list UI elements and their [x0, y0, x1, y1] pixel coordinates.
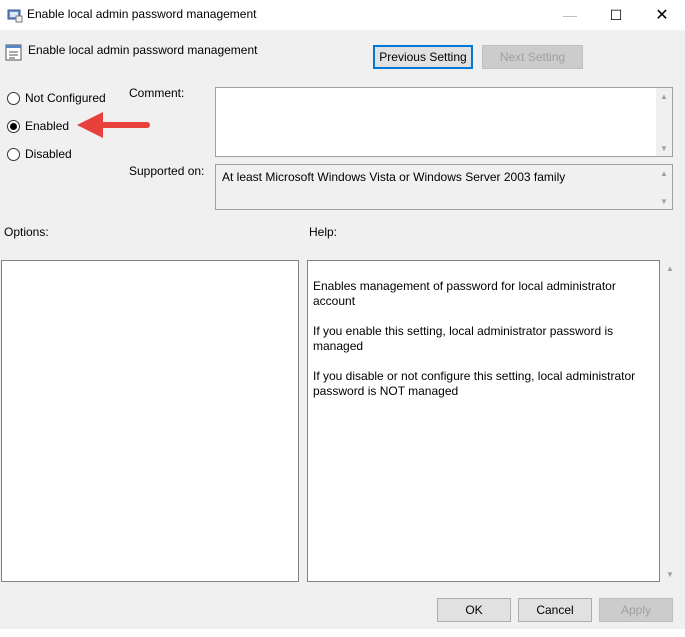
supported-on-value: At least Microsoft Windows Vista or Wind…	[222, 170, 566, 184]
help-text: Enables management of password for local…	[313, 279, 639, 414]
policy-name: Enable local admin password management	[28, 43, 258, 57]
scroll-down-icon[interactable]: ▼	[656, 140, 672, 156]
radio-circle[interactable]	[7, 147, 20, 161]
help-label: Help:	[309, 225, 338, 239]
supported-on-field: At least Microsoft Windows Vista or Wind…	[215, 164, 673, 210]
background-strip	[0, 629, 685, 637]
radio-enabled[interactable]: Enabled	[7, 118, 69, 134]
title-bar: Enable local admin password management —…	[0, 0, 685, 30]
help-panel: Enables management of password for local…	[307, 260, 660, 582]
red-arrow-annotation-icon	[77, 112, 150, 138]
radio-circle[interactable]	[7, 119, 20, 133]
ok-button[interactable]: OK	[437, 598, 511, 622]
scroll-down-icon[interactable]: ▼	[662, 566, 678, 582]
supported-on-label: Supported on:	[129, 164, 205, 178]
help-scrollbar[interactable]: ▲ ▼	[662, 260, 678, 582]
radio-label: Disabled	[25, 147, 72, 161]
comment-input[interactable]: ▲ ▼	[215, 87, 673, 157]
window-title: Enable local admin password management	[27, 7, 257, 21]
cancel-button[interactable]: Cancel	[518, 598, 592, 622]
radio-not-configured[interactable]: Not Configured	[7, 90, 106, 106]
comment-scrollbar[interactable]: ▲ ▼	[656, 88, 672, 156]
scroll-up-icon[interactable]: ▲	[656, 88, 672, 104]
comment-label: Comment:	[129, 86, 185, 100]
radio-label: Enabled	[25, 119, 70, 133]
scroll-up-icon[interactable]: ▲	[656, 165, 672, 181]
apply-button[interactable]: Apply	[599, 598, 673, 622]
radio-circle[interactable]	[7, 91, 20, 105]
options-panel	[1, 260, 299, 582]
minimize-button[interactable]: —	[547, 0, 593, 30]
next-setting-button[interactable]: Next Setting	[482, 45, 583, 69]
help-paragraph: If you enable this setting, local admini…	[313, 324, 614, 353]
options-label: Options:	[4, 225, 49, 239]
radio-label: Not Configured	[25, 91, 106, 105]
policy-window-icon	[7, 9, 23, 23]
help-paragraph: If you disable or not configure this set…	[313, 369, 636, 398]
close-button[interactable]: ✕	[639, 0, 685, 30]
help-paragraph: Enables management of password for local…	[313, 279, 616, 308]
previous-setting-button[interactable]: Previous Setting	[373, 45, 473, 69]
radio-disabled[interactable]: Disabled	[7, 146, 72, 162]
scroll-up-icon[interactable]: ▲	[662, 260, 678, 276]
maximize-button[interactable]: ☐	[593, 0, 639, 30]
supported-scrollbar[interactable]: ▲ ▼	[656, 165, 672, 209]
policy-setting-icon	[5, 44, 22, 61]
scroll-down-icon[interactable]: ▼	[656, 193, 672, 209]
